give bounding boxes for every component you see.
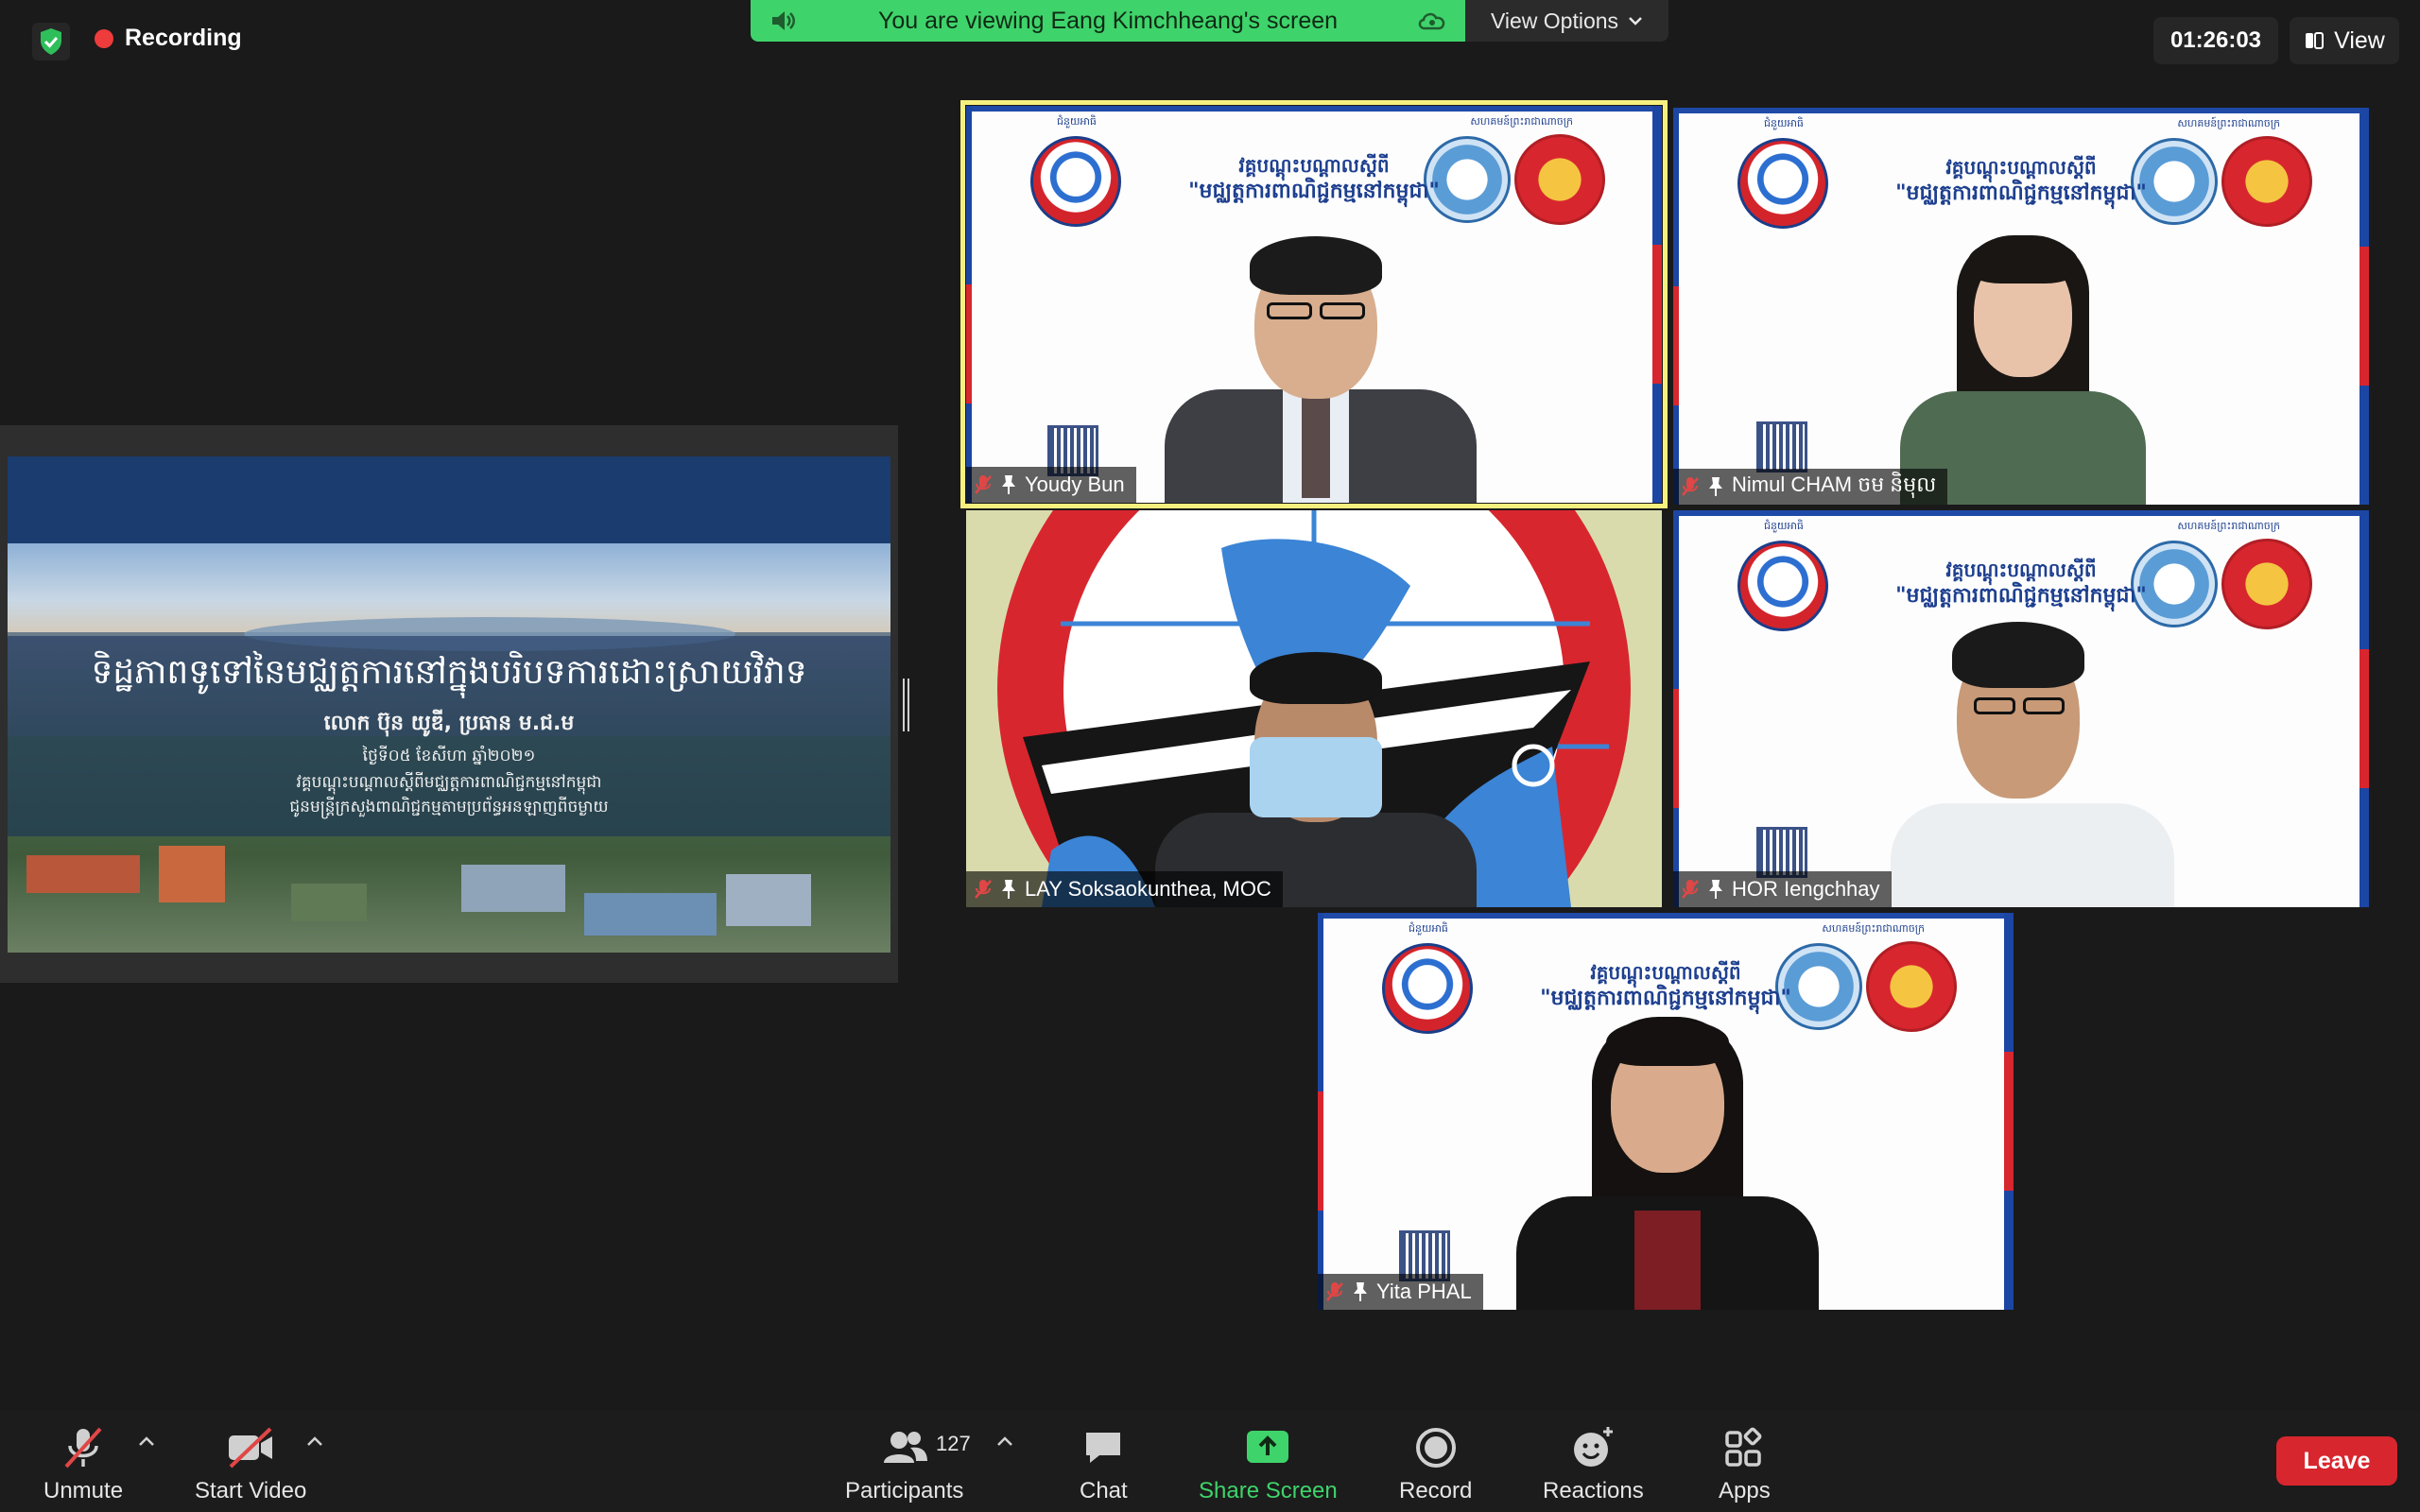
reactions-smiley-icon <box>1574 1427 1614 1467</box>
participant-nametag: HOR Iengchhay <box>1673 871 1892 907</box>
record-icon <box>1415 1428 1456 1468</box>
record-label: Record <box>1399 1478 1473 1503</box>
pin-icon <box>1709 880 1722 899</box>
banner-line-2: "មជ្ឈត្តការពាណិជ្ជកម្មនៅកម្ពុជា" <box>1895 584 2147 608</box>
muted-mic-icon <box>1326 1282 1343 1301</box>
apps-icon <box>1725 1427 1762 1467</box>
muted-mic-icon <box>64 1427 102 1469</box>
banner-tiny-right: សហគមន៍ព្រះរាជាណាចក្រ <box>1470 116 1573 128</box>
video-tile-youdy-bun[interactable]: ជំនួយអាធិ សហគមន៍ព្រះរាជាណាចក្រ វគ្គបណ្តុ… <box>960 100 1668 508</box>
shared-slide: ទិដ្ឋភាពទូទៅនៃមជ្ឈត្តការនៅក្នុងបរិបទការដ… <box>8 456 890 953</box>
cloud-recording-icon <box>1418 12 1445 30</box>
audio-options-caret-icon[interactable] <box>138 1435 155 1448</box>
banner-line-2: "មជ្ឈត្តការពាណិជ្ជកម្មនៅកម្ពុជា" <box>1895 181 2147 205</box>
banner-tiny-left: ជំនួយអាធិ <box>1057 116 1097 128</box>
banner-tiny-right: សហគមន៍ព្រះរាជាណាចក្រ <box>1822 923 1925 935</box>
chat-button[interactable]: Chat <box>1080 1425 1128 1504</box>
participant-name: Nimul CHAM ចម និមុល <box>1732 472 1937 496</box>
slide-buildings <box>26 846 811 936</box>
view-layout-button[interactable]: View <box>2290 17 2399 64</box>
meeting-timer: 01:26:03 <box>2153 17 2278 64</box>
split-view-divider[interactable] <box>903 679 909 731</box>
video-tile-nimul-cham[interactable]: ជំនួយអាធិ សហគមន៍ព្រះរាជាណាចក្រ វគ្គបណ្តុ… <box>1673 108 2369 505</box>
banner-tiny-right: សហគមន៍ព្រះរាជាណាចក្រ <box>2177 521 2280 532</box>
share-screen-label: Share Screen <box>1199 1478 1338 1503</box>
banner-line-2: "មជ្ឈត្តការពាណិជ្ជកម្មនៅកម្ពុជា" <box>1188 180 1440 203</box>
qr-code-icon <box>1756 421 1807 472</box>
participants-options-caret-icon[interactable] <box>996 1435 1013 1448</box>
video-off-icon <box>229 1427 273 1469</box>
participant-nametag: LAY Soksaokunthea, MOC <box>966 871 1283 907</box>
banner-tiny-left: ជំនួយអាធិ <box>1409 923 1448 935</box>
participants-label: Participants <box>845 1478 964 1503</box>
muted-mic-icon <box>975 475 992 494</box>
start-video-label: Start Video <box>195 1478 307 1503</box>
recording-indicator[interactable]: Recording <box>95 25 242 52</box>
unmute-label: Unmute <box>43 1478 124 1503</box>
slide-title: ទិដ្ឋភាពទូទៅនៃមជ្ឈត្តការនៅក្នុងបរិបទការដ… <box>91 653 807 692</box>
view-label: View <box>2334 26 2385 54</box>
banner-line-2: "មជ្ឈត្តការពាណិជ្ជកម្មនៅកម្ពុជា" <box>1540 987 1791 1010</box>
muted-mic-icon <box>1682 477 1699 496</box>
slide-speaker: លោក ប៊ុន យូឌី, ប្រធាន ម.ជ.ម <box>323 712 575 735</box>
view-options-button[interactable]: View Options <box>1465 0 1668 42</box>
record-button[interactable]: Record <box>1399 1425 1472 1504</box>
apps-button[interactable]: Apps <box>1719 1425 1771 1504</box>
chat-bubble-icon <box>1086 1433 1121 1463</box>
muted-mic-icon <box>975 880 992 899</box>
participant-name: HOR Iengchhay <box>1732 877 1880 901</box>
slide-organizer: ជូនមន្ត្រីក្រសួងពាណិជ្ជកម្មតាមប្រព័ន្ធអន… <box>289 798 609 816</box>
apps-label: Apps <box>1719 1478 1771 1503</box>
video-tile-yita-phal[interactable]: ជំនួយអាធិ សហគមន៍ព្រះរាជាណាចក្រ វគ្គបណ្តុ… <box>1318 913 2014 1310</box>
pin-icon <box>1002 880 1015 899</box>
participant-nametag: Youdy Bun <box>966 467 1136 503</box>
slide-date: ថ្ងៃទី០៥ ខែសីហា ឆ្នាំ២០២១ <box>362 747 536 765</box>
pin-icon <box>1354 1282 1367 1301</box>
video-options-caret-icon[interactable] <box>306 1435 323 1448</box>
participant-nametag: Nimul CHAM ចម និមុល <box>1673 469 1948 505</box>
banner-tiny-right: សហគមន៍ព្រះរាជាណាចក្រ <box>2177 118 2280 129</box>
pin-icon <box>1709 477 1722 496</box>
slide-header-band <box>8 456 890 543</box>
banner-tiny-left: ជំនួយអាធិ <box>1764 118 1804 129</box>
viewing-text: You are viewing Eang Kimchheang's screen <box>877 7 1339 34</box>
recording-label: Recording <box>125 25 242 51</box>
reactions-label: Reactions <box>1543 1478 1644 1503</box>
participant-name: Yita PHAL <box>1376 1280 1472 1303</box>
start-video-button[interactable]: Start Video <box>195 1425 306 1504</box>
unmute-button[interactable]: Unmute <box>43 1425 123 1504</box>
qr-code-icon <box>1756 827 1807 878</box>
muted-mic-icon <box>1682 880 1699 899</box>
slide-event: វគ្គបណ្តុះបណ្តាលស្តីពីមជ្ឈត្តការពាណិជ្ជក… <box>296 773 602 792</box>
chat-label: Chat <box>1080 1478 1128 1503</box>
view-options-label: View Options <box>1490 8 1619 33</box>
leave-button[interactable]: Leave <box>2276 1436 2397 1486</box>
participant-nametag: Yita PHAL <box>1318 1274 1483 1310</box>
pin-icon <box>1002 475 1015 494</box>
chevron-down-icon <box>1629 17 1642 26</box>
video-tile-hor-iengchhay[interactable]: ជំនួយអាធិ សហគមន៍ព្រះរាជាណាចក្រ វគ្គបណ្តុ… <box>1673 510 2369 907</box>
reactions-button[interactable]: Reactions <box>1543 1425 1644 1504</box>
participant-name: Youdy Bun <box>1025 472 1125 496</box>
banner-tiny-left: ជំនួយអាធិ <box>1764 521 1804 532</box>
participant-count: 127 <box>936 1432 971 1455</box>
share-screen-icon <box>1247 1431 1289 1463</box>
share-screen-button[interactable]: Share Screen <box>1199 1425 1338 1504</box>
viewing-screen-banner: You are viewing Eang Kimchheang's screen <box>751 0 1465 42</box>
record-dot-icon <box>95 28 113 48</box>
participant-name: LAY Soksaokunthea, MOC <box>1025 877 1271 901</box>
participants-icon <box>883 1432 927 1463</box>
security-shield-icon[interactable] <box>32 23 70 60</box>
video-tile-lay-soksaokunthea[interactable]: LAY Soksaokunthea, MOC <box>966 510 1662 907</box>
layout-icon <box>2306 32 2325 49</box>
